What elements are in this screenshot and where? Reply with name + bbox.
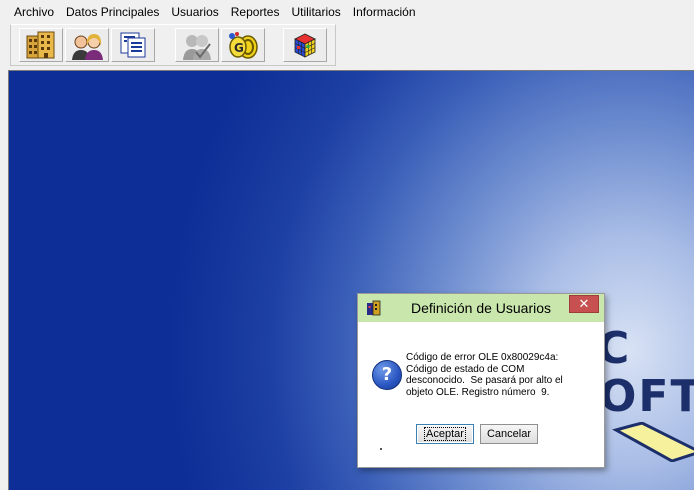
menu-reportes[interactable]: Reportes xyxy=(225,0,286,24)
document-icon xyxy=(120,32,146,58)
error-message-line: Código de error OLE 0x80029c4a: xyxy=(406,352,559,363)
dialog-title: Definición de Usuarios xyxy=(410,300,552,316)
close-icon: ✕ xyxy=(578,296,590,311)
dialog-titlebar[interactable]: Definición de Usuarios ✕ xyxy=(358,294,604,322)
menu-utilitarios[interactable]: Utilitarios xyxy=(285,0,346,24)
app-icon xyxy=(367,300,381,316)
toolbar-button-tools[interactable] xyxy=(283,28,327,62)
question-icon: ? xyxy=(372,360,402,390)
background-logo-fragment-2: OFT xyxy=(599,371,694,422)
error-message: Código de error OLE 0x80029c4a: Código d… xyxy=(406,352,596,398)
menu-datos-principales[interactable]: Datos Principales xyxy=(60,0,165,24)
toolbar-button-payments[interactable]: G xyxy=(221,28,265,62)
close-button[interactable]: ✕ xyxy=(569,295,599,313)
dialog-body: ? Código de error OLE 0x80029c4a: Código… xyxy=(364,322,598,462)
menu-usuarios[interactable]: Usuarios xyxy=(165,0,224,24)
menu-archivo[interactable]: Archivo xyxy=(8,0,60,24)
cancel-button-label: Cancelar xyxy=(486,428,532,440)
toolbar-button-companies[interactable] xyxy=(19,28,63,62)
toolbar-button-users[interactable] xyxy=(65,28,109,62)
menu-informacion[interactable]: Información xyxy=(347,0,422,24)
menu-bar: Archivo Datos Principales Usuarios Repor… xyxy=(0,0,694,24)
background-logo-shape xyxy=(612,422,694,462)
users-icon xyxy=(72,34,103,60)
cancel-button[interactable]: Cancelar xyxy=(480,424,538,444)
user-check-icon xyxy=(183,35,211,60)
toolbar: G xyxy=(10,24,336,66)
rubik-cube-icon xyxy=(294,33,316,58)
toolbar-button-user-access[interactable] xyxy=(175,28,219,62)
building-icon xyxy=(26,31,55,59)
decorative-dot xyxy=(380,448,382,450)
ok-button[interactable]: Aceptar xyxy=(416,424,474,444)
svg-text:G: G xyxy=(234,41,244,55)
ok-button-label: Aceptar xyxy=(424,427,466,441)
toolbar-button-documents[interactable] xyxy=(111,28,155,62)
error-message-line: desconocido. Se pasará por alto el xyxy=(406,375,563,386)
coins-icon: G xyxy=(229,32,258,59)
error-message-line: Código de estado de COM xyxy=(406,363,525,375)
error-message-line: objeto OLE. Registro número 9. xyxy=(406,386,550,398)
error-dialog: Definición de Usuarios ✕ ? Código de err… xyxy=(357,293,605,468)
